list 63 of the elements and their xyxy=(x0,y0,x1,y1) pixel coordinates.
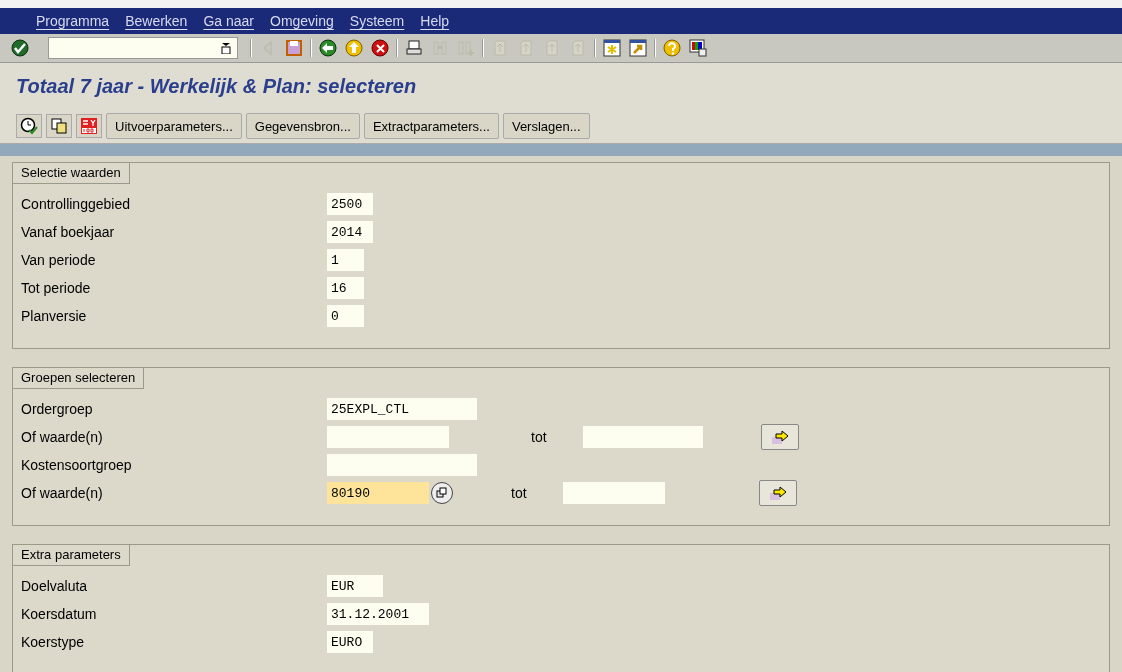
input-field[interactable] xyxy=(563,482,665,504)
arrow-right-icon xyxy=(768,485,788,501)
monitor-icon[interactable] xyxy=(688,38,708,58)
input-field[interactable]: EURO xyxy=(327,631,373,653)
input-field[interactable] xyxy=(327,426,449,448)
group-title: Extra parameters xyxy=(13,545,130,566)
currency-icon xyxy=(80,117,98,135)
group-title: Groepen selecteren xyxy=(13,368,145,389)
cancel-icon[interactable] xyxy=(370,38,390,58)
new-window-icon[interactable] xyxy=(602,38,622,58)
input-field[interactable]: 2500 xyxy=(327,193,373,215)
screen-title: Totaal 7 jaar - Werkelijk & Plan: selecteren xyxy=(16,74,417,98)
dropdown-icon[interactable] xyxy=(221,42,231,54)
field-label: Koersdatum xyxy=(21,606,98,622)
input-field[interactable]: 31.12.2001 xyxy=(327,603,429,625)
field-label: Of waarde(n) xyxy=(21,485,104,501)
multiple-selection-button[interactable] xyxy=(759,480,797,506)
save-icon[interactable] xyxy=(284,38,304,58)
field-label: Doelvaluta xyxy=(21,578,89,594)
toolbar-button[interactable]: Verslagen... xyxy=(502,113,590,139)
field-label: tot xyxy=(511,485,528,501)
menu-item[interactable]: Bewerken xyxy=(125,13,188,29)
field-label: Van periode xyxy=(21,252,97,268)
shortcut-icon[interactable] xyxy=(628,38,648,58)
windows-icon xyxy=(436,487,448,499)
help-icon[interactable] xyxy=(662,38,682,58)
multiple-selection-button[interactable] xyxy=(761,424,799,450)
input-field[interactable]: 25EXPL_CTL xyxy=(327,398,477,420)
command-field[interactable] xyxy=(48,37,238,59)
input-field[interactable]: EUR xyxy=(327,575,383,597)
input-field[interactable]: 80190 xyxy=(327,482,429,504)
field-label: Of waarde(n) xyxy=(21,429,104,445)
menu-item[interactable]: Systeem xyxy=(349,13,405,29)
toolbar-button[interactable]: Uitvoerparameters... xyxy=(106,113,242,139)
menu-item[interactable]: Programma xyxy=(36,13,110,29)
input-field[interactable]: 0 xyxy=(327,305,364,327)
copy-pages-icon xyxy=(50,117,68,135)
field-label: Tot periode xyxy=(21,280,92,296)
field-label: tot xyxy=(531,429,548,445)
toolbar-button[interactable]: Gegevensbron... xyxy=(245,113,360,139)
value-help-button[interactable] xyxy=(431,482,453,504)
toolbar-button[interactable]: Extractparameters... xyxy=(363,113,499,139)
menu-item[interactable]: Omgeving xyxy=(270,13,334,29)
field-label: Koerstype xyxy=(21,634,86,650)
arrow-right-icon xyxy=(770,429,790,445)
group-title: Selectie waarden xyxy=(13,163,130,184)
input-field[interactable] xyxy=(583,426,703,448)
input-field[interactable] xyxy=(327,454,477,476)
input-field[interactable]: 1 xyxy=(327,249,364,271)
print-icon[interactable] xyxy=(404,38,424,58)
toolbar-button[interactable] xyxy=(16,114,42,138)
input-field[interactable]: 2014 xyxy=(327,221,373,243)
checkmark-icon[interactable] xyxy=(10,38,30,58)
menu-item[interactable]: Ga naar xyxy=(203,13,254,29)
field-label: Vanaf boekjaar xyxy=(21,224,116,240)
field-label: Planversie xyxy=(21,308,88,324)
field-label: Controllinggebied xyxy=(21,196,131,212)
menu-item[interactable]: Help xyxy=(420,13,450,29)
back-icon[interactable] xyxy=(318,38,338,58)
field-label: Kostensoortgroep xyxy=(21,457,133,473)
input-field[interactable]: 16 xyxy=(327,277,364,299)
clock-check-icon xyxy=(20,117,38,135)
field-label: Ordergroep xyxy=(21,401,94,417)
